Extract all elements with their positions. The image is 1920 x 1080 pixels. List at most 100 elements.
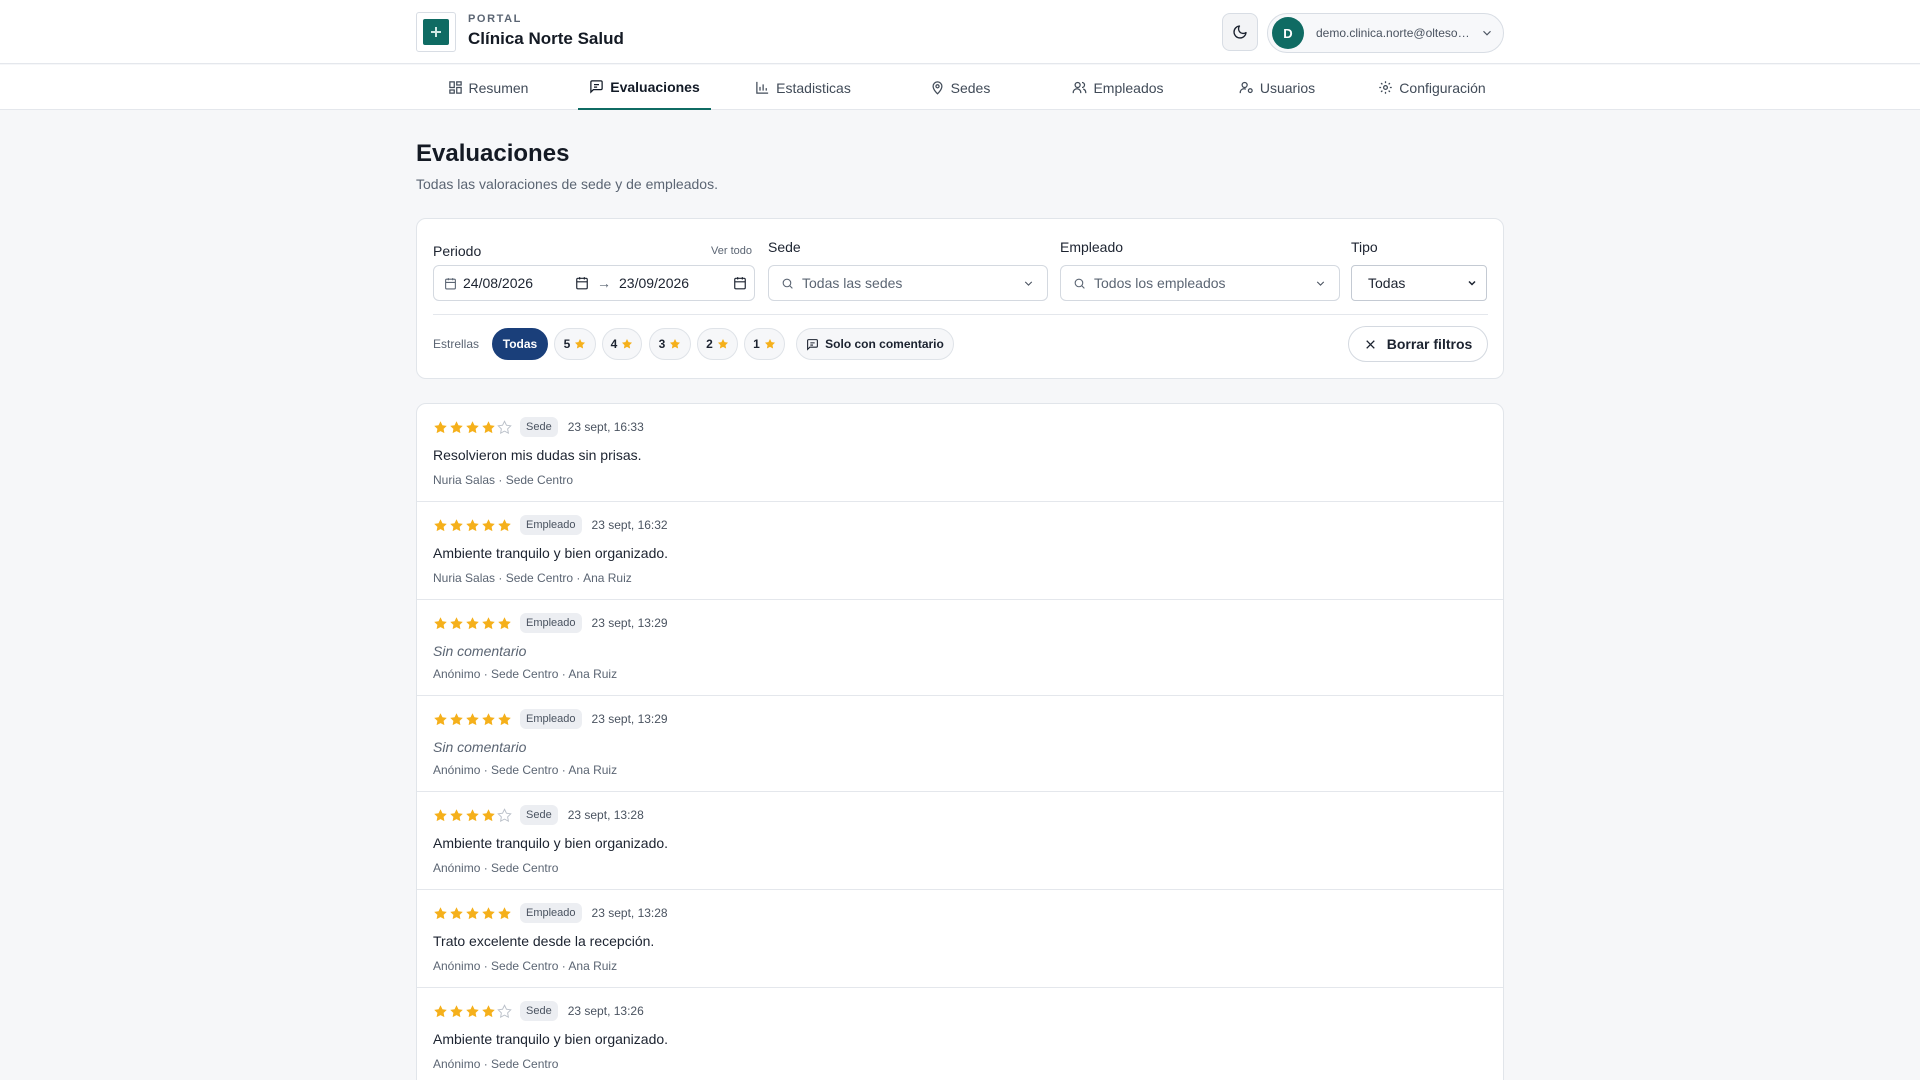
star-icon	[575, 339, 586, 349]
review-meta: Anónimo · Sede Centro	[433, 1057, 559, 1071]
star-chip-4[interactable]: 4	[602, 328, 642, 360]
site-label: Sede	[768, 239, 801, 255]
chip-label: 1	[753, 337, 760, 351]
bar-chart-icon	[756, 81, 769, 94]
tab-label: Configuración	[1399, 79, 1486, 96]
star-filled-icon	[466, 616, 479, 629]
filter-divider	[433, 314, 1488, 315]
avatar: D	[1272, 17, 1304, 49]
review-meta: Anónimo · Sede Centro · Ana Ruiz	[433, 763, 618, 777]
clinic-logo[interactable]	[416, 12, 456, 52]
date-to-input[interactable]: 23/09/2026	[619, 275, 733, 291]
employee-select[interactable]: Todos los empleados	[1060, 265, 1340, 301]
tab-evaluaciones[interactable]: Evaluaciones	[578, 65, 711, 110]
tab-resumen[interactable]: Resumen	[440, 65, 536, 110]
star-filled-icon	[466, 906, 479, 919]
review-comment: Resolvieron mis dudas sin prisas.	[433, 447, 642, 463]
review-comment: Ambiente tranquilo y bien organizado.	[433, 545, 669, 561]
site-select[interactable]: Todas las sedes	[768, 265, 1048, 301]
page-title: Evaluaciones	[416, 140, 570, 167]
date-arrow: →	[597, 275, 611, 291]
review-type-badge: Empleado	[520, 613, 582, 633]
type-select[interactable]: Todas	[1351, 265, 1487, 301]
main-nav: Resumen Evaluaciones Estadisticas Sedes …	[0, 65, 1920, 110]
tab-label: Usuarios	[1259, 79, 1316, 96]
comment-only-chip[interactable]: Solo con comentario	[796, 328, 954, 360]
review-row[interactable]: Empleado 23 sept, 13:29 Sin comentario Anón…	[417, 696, 1503, 792]
calendar-picker-icon[interactable]	[575, 276, 589, 290]
user-menu-button[interactable]: D demo.clinica.norte@oltesoft.com	[1267, 13, 1504, 53]
clear-filters-label: Borrar filtros	[1386, 336, 1473, 352]
chevron-down-icon	[1468, 280, 1476, 286]
page-subtitle: Todas las valoraciones de sede y de empl…	[416, 176, 718, 192]
review-list: Sede 23 sept, 16:33 Resolvieron mis dudas …	[416, 403, 1504, 1080]
chevron-down-icon	[1483, 30, 1491, 36]
star-filled-icon	[434, 420, 447, 433]
star-filled-icon	[434, 808, 447, 821]
filter-panel: Periodo Ver todo 24/08/2026 → 23/09/2026…	[416, 218, 1504, 379]
review-type-badge: Sede	[520, 417, 558, 437]
star-filled-icon	[482, 808, 495, 821]
review-timestamp: 23 sept, 13:29	[591, 616, 668, 630]
employee-placeholder: Todos los empleados	[1094, 275, 1226, 291]
chip-label: 2	[706, 337, 713, 351]
review-comment: Ambiente tranquilo y bien organizado.	[433, 1031, 669, 1047]
review-row[interactable]: Sede 23 sept, 13:26 Ambiente tranquilo y b…	[417, 988, 1503, 1080]
chip-label: Solo con comentario	[825, 337, 944, 351]
review-meta: Anónimo · Sede Centro	[433, 861, 559, 875]
star-chip-1[interactable]: 1	[744, 328, 785, 360]
review-row[interactable]: Sede 23 sept, 13:28 Ambiente tranquilo y b…	[417, 792, 1503, 890]
star-chip-all[interactable]: Todas	[492, 328, 548, 360]
review-row[interactable]: Empleado 23 sept, 13:28 Trato excelente de…	[417, 890, 1503, 988]
rating-stars	[433, 518, 512, 533]
clear-filters-button[interactable]: Borrar filtros	[1348, 326, 1488, 362]
review-meta: Anónimo · Sede Centro · Ana Ruiz	[433, 667, 618, 681]
review-header: Empleado 23 sept, 13:29	[433, 612, 668, 634]
review-header: Empleado 23 sept, 13:28	[433, 902, 668, 924]
review-timestamp: 23 sept, 13:28	[567, 808, 644, 822]
rating-stars	[433, 1003, 512, 1019]
review-row[interactable]: Sede 23 sept, 16:33 Resolvieron mis dudas …	[417, 404, 1503, 502]
tab-estadisticas[interactable]: Estadisticas	[748, 65, 858, 110]
rating-stars	[433, 712, 512, 727]
tab-empleados[interactable]: Empleados	[1068, 65, 1168, 110]
calendar-picker-icon[interactable]	[733, 276, 747, 290]
review-row[interactable]: Empleado 23 sept, 13:29 Sin comentario Anón…	[417, 600, 1503, 696]
review-type-badge: Sede	[520, 1001, 558, 1021]
type-value: Todas	[1368, 275, 1406, 291]
grid-icon	[448, 81, 462, 94]
rating-stars	[433, 419, 512, 435]
tab-sedes[interactable]: Sedes	[925, 65, 995, 110]
tab-usuarios[interactable]: Usuarios	[1234, 65, 1320, 110]
tab-configuracion[interactable]: Configuración	[1377, 65, 1487, 110]
review-type-badge: Empleado	[520, 903, 582, 923]
star-filled-icon	[482, 906, 495, 919]
review-header: Empleado 23 sept, 16:32	[433, 514, 668, 536]
review-row[interactable]: Empleado 23 sept, 16:32 Ambiente tranquilo…	[417, 502, 1503, 600]
star-filled-icon	[498, 906, 511, 919]
users-icon	[1073, 81, 1087, 94]
employee-label: Empleado	[1060, 239, 1124, 255]
review-timestamp: 23 sept, 13:29	[591, 712, 668, 726]
review-meta: Anónimo · Sede Centro · Ana Ruiz	[433, 959, 618, 973]
period-label: Periodo	[433, 243, 482, 259]
star-icon	[717, 339, 728, 349]
star-chip-5[interactable]: 5	[554, 328, 596, 360]
review-meta: Nuria Salas · Sede Centro · Ana Ruiz	[433, 571, 632, 585]
rating-stars	[433, 616, 512, 631]
star-chip-3[interactable]: 3	[649, 328, 691, 360]
calendar-icon	[445, 277, 456, 289]
chip-label: Todas	[502, 337, 538, 351]
see-all-link[interactable]: Ver todo	[711, 245, 752, 257]
theme-toggle-button[interactable]	[1222, 13, 1258, 51]
review-timestamp: 23 sept, 13:28	[591, 906, 668, 920]
tab-label: Empleados	[1093, 79, 1164, 96]
tab-label: Resumen	[468, 79, 529, 96]
star-chip-2[interactable]: 2	[697, 328, 738, 360]
date-from-input[interactable]: 24/08/2026	[463, 275, 575, 291]
star-filled-icon	[498, 616, 511, 629]
review-timestamp: 23 sept, 16:33	[567, 420, 644, 434]
user-cog-icon	[1239, 81, 1253, 94]
star-filled-icon	[466, 712, 479, 725]
message-square-icon	[590, 80, 603, 94]
